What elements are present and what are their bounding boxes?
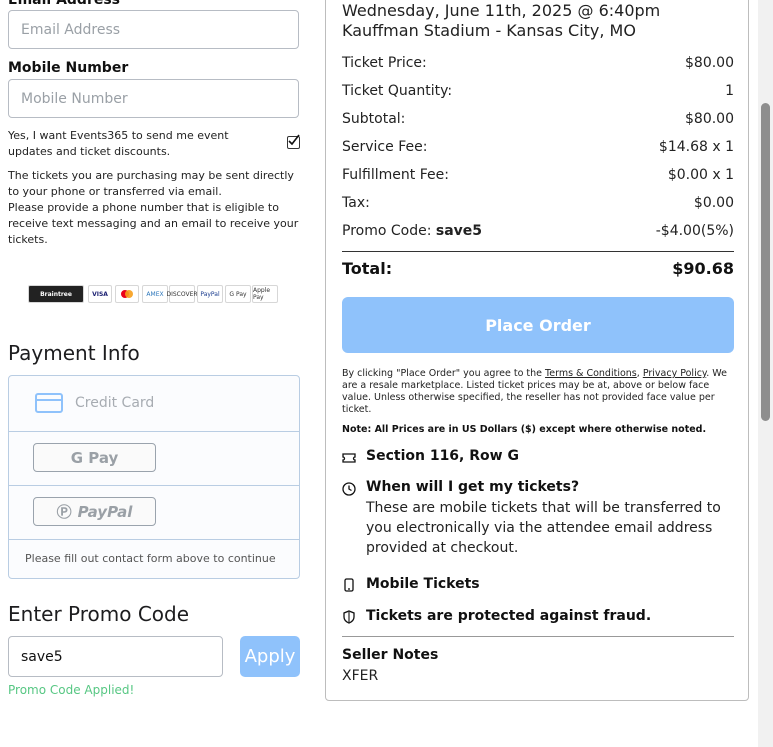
credit-card-option[interactable]: Credit Card <box>9 376 299 432</box>
price-note: Note: All Prices are in US Dollars ($) e… <box>342 424 707 435</box>
seller-notes-title: Seller Notes <box>342 647 439 663</box>
paypal-button[interactable]: Ⓟ PayPal <box>33 497 156 526</box>
when-text: These are mobile tickets that will be tr… <box>366 500 721 556</box>
scrollbar-thumb[interactable] <box>761 103 770 421</box>
email-field[interactable]: Email Address <box>8 10 299 49</box>
seller-notes-text: XFER <box>342 668 379 684</box>
order-summary-panel: Wednesday, June 11th, 2025 @ 6:40pm Kauf… <box>325 0 749 701</box>
paypal-row: Ⓟ PayPal <box>9 485 299 540</box>
opt-in-text: Yes, I want Events365 to send me event u… <box>8 129 229 158</box>
gpay-button[interactable]: G Pay <box>33 443 156 472</box>
delivery-notice: The tickets you are purchasing may be se… <box>8 169 299 246</box>
check-icon <box>288 134 300 146</box>
when-title: When will I get my tickets? <box>366 479 580 495</box>
summary-label: Subtotal: <box>342 111 406 127</box>
mobile-field[interactable]: Mobile Number <box>8 79 299 118</box>
promo-row-label: Promo Code: <box>342 223 432 239</box>
mobile-label: Mobile Number <box>8 60 129 76</box>
apply-button[interactable]: Apply <box>240 636 300 677</box>
mobile-tickets-text: Mobile Tickets <box>366 576 480 592</box>
total-row: Total: $90.68 <box>342 259 734 278</box>
terms-link[interactable]: Terms & Conditions <box>545 368 637 379</box>
payment-footer-text: Please fill out contact form above to co… <box>25 552 276 565</box>
summary-row: Tax: $0.00 <box>342 195 734 211</box>
credit-card-label: Credit Card <box>75 395 155 411</box>
total-value: $90.68 <box>672 259 734 278</box>
place-order-button[interactable]: Place Order <box>342 297 734 353</box>
terms-text: By clicking "Place Order" you agree to t… <box>342 368 727 415</box>
summary-value: $0.00 x 1 <box>667 167 734 183</box>
summary-label: Ticket Price: <box>342 55 427 71</box>
summary-divider <box>342 251 734 252</box>
summary-row: Ticket Quantity: 1 <box>342 83 734 99</box>
applepay-logo: Apple Pay <box>252 285 278 303</box>
amex-logo: AMEX <box>142 285 168 303</box>
paypal-logo: PayPal <box>197 285 223 303</box>
fraud-protection-text: Tickets are protected against fraud. <box>366 608 652 624</box>
promo-input[interactable]: save5 <box>8 636 223 677</box>
ticket-icon <box>342 453 356 463</box>
discover-logo: DISCOVER <box>166 285 198 303</box>
payment-info-title: Payment Info <box>8 341 140 365</box>
event-venue: Kauffman Stadium - Kansas City, MO <box>342 21 636 40</box>
summary-label: Tax: <box>342 195 370 211</box>
mastercard-logo <box>115 285 139 303</box>
summary-label: Fulfillment Fee: <box>342 167 449 183</box>
summary-value: $80.00 <box>685 55 734 71</box>
summary-label: Ticket Quantity: <box>342 83 453 99</box>
credit-card-icon <box>35 393 63 413</box>
event-datetime: Wednesday, June 11th, 2025 @ 6:40pm <box>342 1 661 20</box>
payment-methods-box: Credit Card G Pay Ⓟ PayPal Please fill o… <box>8 375 300 579</box>
summary-value: 1 <box>725 83 734 99</box>
paypal-icon: Ⓟ <box>56 503 72 521</box>
shield-icon <box>343 610 355 624</box>
seller-divider <box>342 636 734 637</box>
email-label: Email Address <box>8 0 121 8</box>
promo-row-value: -$4.00(5%) <box>655 223 734 239</box>
terms-prefix: By clicking "Place Order" you agree to t… <box>342 368 543 379</box>
total-label: Total: <box>342 259 393 278</box>
clock-icon <box>342 482 356 496</box>
summary-row: Subtotal: $80.00 <box>342 111 734 127</box>
summary-row: Ticket Price: $80.00 <box>342 55 734 71</box>
summary-value: $0.00 <box>693 195 734 211</box>
summary-row: Fulfillment Fee: $0.00 x 1 <box>342 167 734 183</box>
summary-label: Service Fee: <box>342 139 428 155</box>
section-row-text: Section 116, Row G <box>366 448 519 464</box>
mobile-phone-icon <box>344 578 354 592</box>
visa-logo: VISA <box>88 285 112 303</box>
promo-title: Enter Promo Code <box>8 602 190 626</box>
gpay-logo: G Pay <box>225 285 251 303</box>
summary-row: Service Fee: $14.68 x 1 <box>342 139 734 155</box>
braintree-logo: Braintree <box>28 285 84 303</box>
promo-row-code: save5 <box>435 223 483 239</box>
opt-in-checkbox[interactable] <box>287 134 300 149</box>
privacy-link[interactable]: Privacy Policy <box>643 368 706 379</box>
promo-status: Promo Code Applied! <box>8 683 135 697</box>
summary-value: $14.68 x 1 <box>658 139 734 155</box>
paypal-label: PayPal <box>77 502 133 521</box>
promo-row: Promo Code: save5 -$4.00(5%) <box>342 223 734 239</box>
gpay-row: G Pay <box>9 431 299 486</box>
mastercard-icon <box>121 290 133 298</box>
summary-value: $80.00 <box>685 111 734 127</box>
